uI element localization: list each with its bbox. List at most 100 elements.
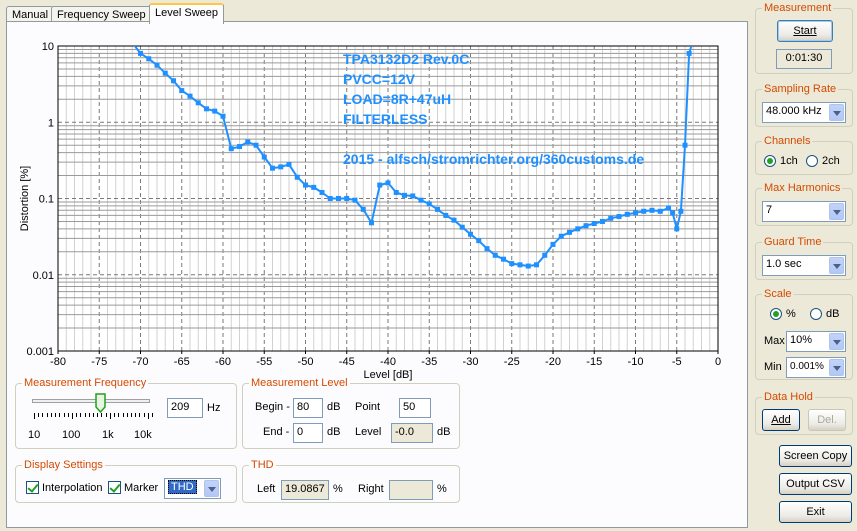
sampling-rate-title: Sampling Rate	[762, 83, 839, 95]
data-point	[278, 164, 284, 170]
frequency-slider-track[interactable]	[32, 399, 150, 403]
end-label: End -	[263, 426, 290, 438]
level-unit: dB	[437, 426, 451, 438]
scale-percent-radio[interactable]	[770, 308, 782, 320]
scale-min-select[interactable]: 0.001%	[786, 357, 846, 378]
data-point	[678, 208, 684, 214]
thd-title: THD	[249, 459, 276, 471]
data-point	[352, 197, 358, 203]
data-point	[261, 154, 267, 160]
x-axis-label: Level [dB]	[364, 369, 413, 381]
x-tick-label: -65	[174, 356, 190, 368]
thd-right-value	[389, 480, 433, 500]
measurement-level-title: Measurement Level	[249, 377, 350, 389]
scale-db-radio[interactable]	[810, 308, 822, 320]
data-point	[509, 261, 515, 267]
begin-input[interactable]: 80	[293, 398, 323, 418]
slider-tick	[84, 413, 86, 417]
data-point	[410, 193, 416, 199]
display-mode-value: THD	[168, 480, 197, 494]
sampling-rate-select[interactable]: 48.000 kHz	[762, 102, 846, 123]
exit-button[interactable]: Exit	[779, 501, 852, 523]
x-tick-label: -20	[545, 356, 561, 368]
chevron-down-icon	[204, 480, 219, 497]
interpolation-checkbox[interactable]	[26, 481, 39, 494]
slider-tick	[118, 413, 120, 417]
chevron-down-icon	[829, 333, 844, 350]
thd-group: THD Left 19.0867 % Right %	[242, 459, 460, 503]
channels-title: Channels	[762, 135, 813, 147]
x-tick-label: -35	[421, 356, 437, 368]
data-hold-group: Data Hold Add Del.	[755, 391, 853, 435]
marker-checkbox[interactable]	[108, 481, 121, 494]
data-point	[583, 223, 589, 229]
data-point	[451, 217, 457, 223]
sampling-rate-group: Sampling Rate 48.000 kHz	[755, 83, 853, 127]
data-point	[501, 256, 506, 262]
slider-tick	[59, 413, 61, 417]
start-button[interactable]: Start	[777, 20, 833, 42]
scale-max-select[interactable]: 10%	[786, 331, 846, 352]
data-point	[146, 56, 152, 62]
y-tick-label: 0.001	[26, 346, 54, 358]
chart-annotation-line: LOAD=8R+47uH	[343, 91, 451, 107]
data-point	[443, 212, 449, 218]
slider-tick	[101, 413, 103, 417]
measurement-level-group: Measurement Level Begin - 80 dB Point 50…	[242, 377, 460, 449]
data-point	[468, 231, 473, 237]
measurement-frequency-title: Measurement Frequency	[22, 377, 149, 389]
data-point	[686, 50, 692, 56]
slider-tick	[109, 413, 111, 419]
y-tick-label: 0.01	[33, 270, 54, 282]
data-point	[212, 108, 218, 114]
slider-label-10: 10	[28, 429, 41, 441]
display-settings-title: Display Settings	[22, 459, 105, 471]
chart-annotation-line: TPA3132D2 Rev.0C	[343, 51, 469, 67]
data-point	[633, 210, 638, 216]
channels-1ch-radio[interactable]	[764, 155, 776, 167]
delete-button-label: Del.	[817, 414, 837, 426]
distortion-chart: -80 -75 -70 -65 -60 -55 -50 -45 -40 -35 -30 -25 -20-…	[19, 37, 721, 381]
max-harmonics-title: Max Harmonics	[762, 182, 843, 194]
scale-group: Scale % dB Max 10% Min 0.001%	[755, 288, 853, 380]
scale-min-label: Min	[764, 361, 782, 373]
slider-tick	[139, 413, 141, 417]
data-point	[220, 113, 226, 119]
data-point	[691, 37, 696, 42]
measurement-group: Measurement Start 0:01:30	[755, 2, 853, 74]
end-unit: dB	[327, 426, 341, 438]
y-tick-label: 0.1	[39, 194, 54, 206]
data-point	[336, 196, 341, 201]
slider-tick	[67, 413, 69, 417]
add-button[interactable]: Add	[762, 409, 800, 431]
end-input[interactable]: 0	[293, 423, 323, 443]
output-csv-button[interactable]: Output CSV	[779, 473, 852, 495]
data-point	[575, 226, 581, 232]
exit-label: Exit	[806, 506, 825, 518]
tab-level-sweep[interactable]: Level Sweep	[149, 3, 224, 24]
max-harmonics-select[interactable]: 7	[762, 201, 846, 222]
level-readout: -0.0	[391, 423, 433, 443]
channels-1ch-label: 1ch	[780, 155, 798, 167]
slider-tick	[122, 413, 124, 417]
channels-2ch-label: 2ch	[822, 155, 840, 167]
display-mode-select[interactable]: THD	[164, 478, 221, 499]
guard-time-select[interactable]: 1.0 sec	[762, 255, 846, 276]
data-point	[303, 182, 308, 188]
data-point	[393, 189, 399, 195]
point-input[interactable]: 50	[399, 398, 431, 418]
slider-tick	[76, 413, 78, 417]
max-harmonics-value: 7	[766, 204, 773, 216]
delete-button[interactable]: Del.	[808, 409, 846, 431]
data-point	[154, 62, 160, 68]
slider-tick	[88, 413, 90, 417]
data-point	[377, 182, 383, 188]
begin-unit: dB	[327, 401, 341, 413]
channels-2ch-radio[interactable]	[806, 155, 818, 167]
x-tick-label: -30	[463, 356, 479, 368]
frequency-input[interactable]: 209	[167, 398, 203, 418]
data-point	[649, 207, 655, 213]
frequency-slider-thumb[interactable]	[95, 393, 107, 414]
chevron-down-icon	[829, 359, 844, 376]
screen-copy-button[interactable]: Screen Copy	[779, 445, 852, 467]
